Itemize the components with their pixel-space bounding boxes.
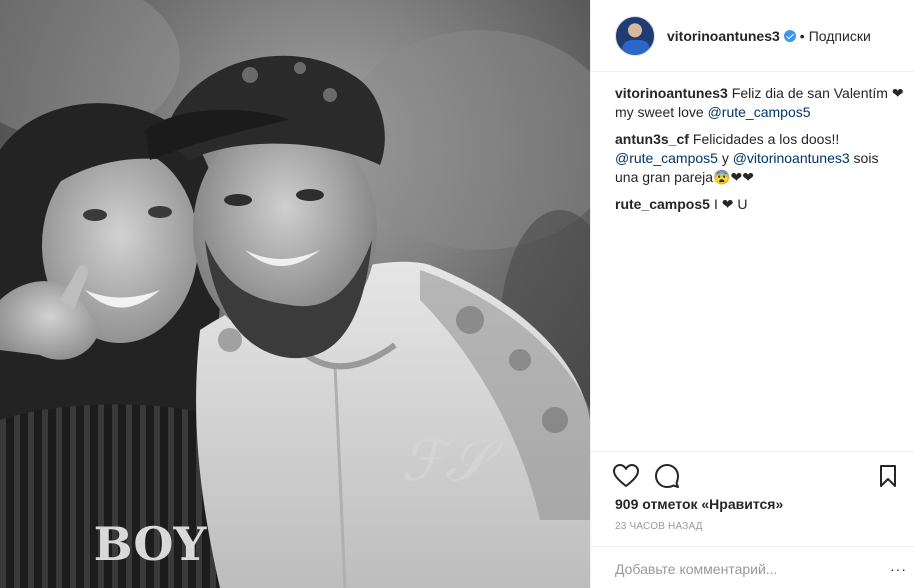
- following-button[interactable]: Подписки: [809, 28, 871, 44]
- action-bar: [591, 451, 914, 493]
- avatar-figure: [622, 39, 650, 55]
- comment-text: I ❤ U: [713, 196, 748, 212]
- mention-link[interactable]: @rute_campos5: [615, 150, 718, 166]
- author-info: vitorinoantunes3 • Подписки: [667, 28, 871, 44]
- comments-list: vitorinoantunes3 Feliz dia de san Valentí…: [615, 84, 905, 222]
- comment-text: Felicidades a los doos!!: [692, 131, 840, 147]
- mention-link[interactable]: @vitorinoantunes3: [733, 150, 850, 166]
- separator-dot: •: [799, 27, 805, 44]
- bookmark-icon[interactable]: [879, 464, 897, 488]
- svg-text:BOY: BOY: [94, 517, 208, 571]
- comment-item: rute_campos5 I ❤ U: [615, 195, 905, 214]
- comment-username[interactable]: rute_campos5: [615, 196, 710, 212]
- photo-illustration: BOY ℱ𝒮: [0, 0, 590, 588]
- verified-badge-icon: [783, 29, 796, 42]
- comment-item: antun3s_cf Felicidades a los doos!! @rute…: [615, 130, 905, 187]
- author-avatar[interactable]: [615, 15, 655, 56]
- mention-link[interactable]: @rute_campos5: [708, 104, 811, 120]
- comment-username[interactable]: vitorinoantunes3: [615, 85, 728, 101]
- add-comment-section: ···: [591, 546, 914, 588]
- comment-text: y: [717, 150, 733, 166]
- heart-icon[interactable]: [613, 464, 639, 488]
- post-dialog: BOY ℱ𝒮 vitorinoantunes3 • Подписки vitor…: [0, 0, 914, 588]
- post-photo[interactable]: BOY ℱ𝒮: [0, 0, 590, 588]
- more-options-icon[interactable]: ···: [890, 561, 907, 577]
- post-sidebar: vitorinoantunes3 • Подписки vitorinoantu…: [590, 0, 914, 588]
- comment-item: vitorinoantunes3 Feliz dia de san Valentí…: [615, 84, 905, 122]
- comment-username[interactable]: antun3s_cf: [615, 131, 689, 147]
- comment-icon[interactable]: [655, 464, 679, 488]
- likes-count[interactable]: 909 отметок «Нравится»: [615, 496, 783, 512]
- svg-text:ℱ𝒮: ℱ𝒮: [401, 429, 503, 494]
- post-header: vitorinoantunes3 • Подписки: [591, 0, 914, 72]
- author-username[interactable]: vitorinoantunes3: [667, 28, 780, 44]
- comment-input[interactable]: [615, 559, 875, 579]
- post-timestamp[interactable]: 23 ЧАСОВ НАЗАД: [615, 521, 703, 532]
